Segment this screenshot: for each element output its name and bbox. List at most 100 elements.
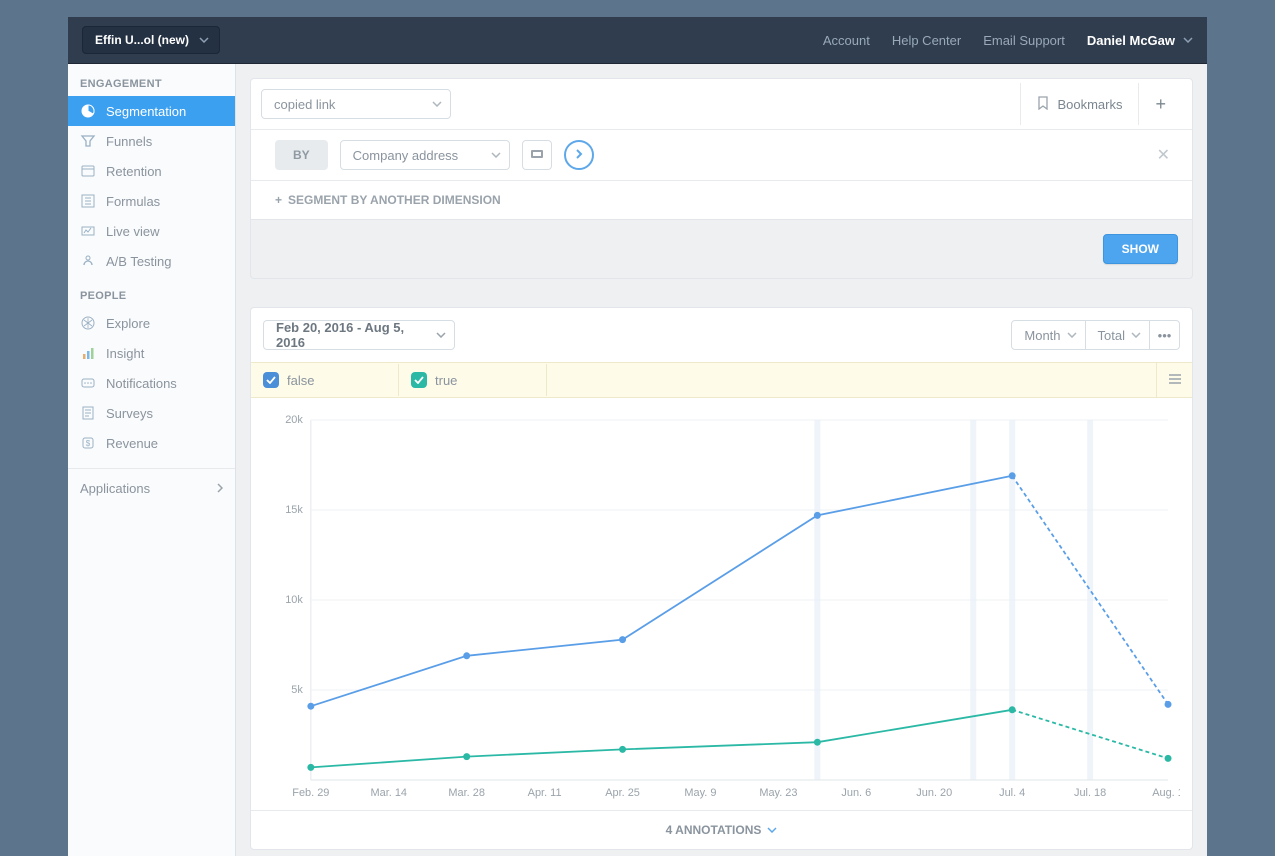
svg-text:Apr. 25: Apr. 25: [605, 787, 640, 799]
legend-item-true[interactable]: true: [399, 364, 547, 396]
expand-segment-button[interactable]: [564, 140, 594, 170]
chevron-right-icon: [575, 148, 583, 163]
chevron-down-icon: [1183, 37, 1193, 43]
svg-text:Mar. 28: Mar. 28: [448, 787, 485, 799]
sidebar-item-label: Notifications: [106, 376, 177, 391]
formulas-icon: [80, 193, 96, 209]
sidebar-item-notifications[interactable]: Notifications: [68, 368, 235, 398]
chevron-down-icon: [432, 101, 442, 107]
chevron-down-icon: [436, 332, 446, 338]
annotations-toggle[interactable]: 4 ANNOTATIONS: [251, 810, 1192, 849]
svg-text:20k: 20k: [285, 414, 303, 426]
retention-icon: [80, 163, 96, 179]
segment-another-button[interactable]: + SEGMENT BY ANOTHER DIMENSION: [251, 180, 1192, 219]
topbar: Effin U...ol (new) Account Help Center E…: [68, 17, 1207, 64]
svg-text:$: $: [86, 439, 91, 448]
revenue-icon: $: [80, 435, 96, 451]
by-chip: BY: [275, 140, 328, 170]
annotations-label: 4 ANNOTATIONS: [666, 823, 762, 837]
sidebar-item-revenue[interactable]: $ Revenue: [68, 428, 235, 458]
legend-options-button[interactable]: [1156, 363, 1192, 397]
chart-more-button[interactable]: •••: [1150, 320, 1180, 350]
sidebar-item-live-view[interactable]: Live view: [68, 216, 235, 246]
sidebar-item-surveys[interactable]: Surveys: [68, 398, 235, 428]
filter-row: copied link Bookmarks +: [251, 79, 1192, 130]
line-chart: 5k10k15k20kFeb. 29Mar. 14Mar. 28Apr. 11A…: [263, 410, 1180, 810]
sidebar-item-insight[interactable]: Insight: [68, 338, 235, 368]
date-range-dropdown[interactable]: Feb 20, 2016 - Aug 5, 2016: [263, 320, 455, 350]
sidebar-item-retention[interactable]: Retention: [68, 156, 235, 186]
sidebar-item-label: Formulas: [106, 194, 160, 209]
event-dropdown[interactable]: copied link: [261, 89, 451, 119]
sidebar-item-a-b-testing[interactable]: A/B Testing: [68, 246, 235, 276]
plus-icon: +: [1155, 94, 1166, 115]
sidebar-applications[interactable]: Applications: [68, 468, 235, 508]
sidebar-item-segmentation[interactable]: Segmentation: [68, 96, 235, 126]
legend-item-false[interactable]: false: [251, 364, 399, 396]
help-link[interactable]: Help Center: [892, 33, 961, 48]
applications-label: Applications: [80, 481, 150, 496]
sidebar: ENGAGEMENT SegmentationFunnelsRetentionF…: [68, 64, 236, 856]
notifications-icon: [80, 375, 96, 391]
sidebar-item-label: Revenue: [106, 436, 158, 451]
sidebar-item-explore[interactable]: Explore: [68, 308, 235, 338]
bookmarks-button[interactable]: Bookmarks: [1020, 83, 1138, 125]
project-name: Effin U...ol (new): [95, 33, 189, 47]
segment-dimension-dropdown[interactable]: Company address: [340, 140, 510, 170]
svg-text:Jun. 20: Jun. 20: [916, 787, 952, 799]
legend-false-label: false: [287, 373, 314, 388]
add-bookmark-button[interactable]: +: [1138, 83, 1182, 125]
svg-text:Jul. 4: Jul. 4: [999, 787, 1025, 799]
sidebar-item-label: Funnels: [106, 134, 152, 149]
show-button[interactable]: SHOW: [1103, 234, 1178, 264]
sidebar-item-label: A/B Testing: [106, 254, 172, 269]
chevron-down-icon: [1067, 332, 1077, 338]
email-support-link[interactable]: Email Support: [983, 33, 1065, 48]
project-selector[interactable]: Effin U...ol (new): [82, 26, 220, 54]
chart-header: Feb 20, 2016 - Aug 5, 2016 Month Total: [251, 308, 1192, 362]
checkbox-icon: [263, 372, 279, 388]
live-view-icon: [80, 223, 96, 239]
svg-text:10k: 10k: [285, 594, 303, 606]
svg-text:Jul. 18: Jul. 18: [1074, 787, 1106, 799]
svg-text:Jun. 6: Jun. 6: [841, 787, 871, 799]
user-menu[interactable]: Daniel McGaw: [1087, 33, 1193, 48]
sidebar-item-funnels[interactable]: Funnels: [68, 126, 235, 156]
aggregation-label: Total: [1098, 328, 1125, 343]
svg-text:15k: 15k: [285, 504, 303, 516]
typecast-icon: [530, 148, 544, 163]
legend-row: false true: [251, 362, 1192, 398]
chart-area: 5k10k15k20kFeb. 29Mar. 14Mar. 28Apr. 11A…: [251, 398, 1192, 810]
chevron-right-icon: [217, 481, 223, 496]
chevron-down-icon: [199, 37, 209, 43]
show-label: SHOW: [1122, 242, 1159, 256]
svg-text:May. 23: May. 23: [759, 787, 797, 799]
segment-dimension-label: Company address: [353, 148, 459, 163]
insight-icon: [80, 345, 96, 361]
time-unit-label: Month: [1024, 328, 1060, 343]
user-name: Daniel McGaw: [1087, 33, 1175, 48]
sidebar-item-label: Retention: [106, 164, 162, 179]
aggregation-dropdown[interactable]: Total: [1086, 320, 1150, 350]
legend-true-label: true: [435, 373, 457, 388]
date-range-label: Feb 20, 2016 - Aug 5, 2016: [276, 320, 426, 350]
sidebar-item-label: Surveys: [106, 406, 153, 421]
main-content: copied link Bookmarks + BY: [236, 64, 1207, 856]
segmentation-icon: [80, 103, 96, 119]
bookmark-icon: [1037, 96, 1049, 113]
more-icon: •••: [1158, 328, 1172, 343]
chevron-down-icon: [491, 152, 501, 158]
sidebar-item-label: Live view: [106, 224, 159, 239]
svg-text:Apr. 11: Apr. 11: [528, 787, 562, 799]
account-link[interactable]: Account: [823, 33, 870, 48]
funnels-icon: [80, 133, 96, 149]
time-unit-dropdown[interactable]: Month: [1011, 320, 1085, 350]
remove-segment-button[interactable]: ✕: [1157, 145, 1170, 165]
sidebar-item-formulas[interactable]: Formulas: [68, 186, 235, 216]
a-b-testing-icon: [80, 253, 96, 269]
segment-row: BY Company address ✕: [251, 130, 1192, 180]
typecast-button[interactable]: [522, 140, 552, 170]
event-label: copied link: [274, 97, 335, 112]
sidebar-item-label: Explore: [106, 316, 150, 331]
explore-icon: [80, 315, 96, 331]
